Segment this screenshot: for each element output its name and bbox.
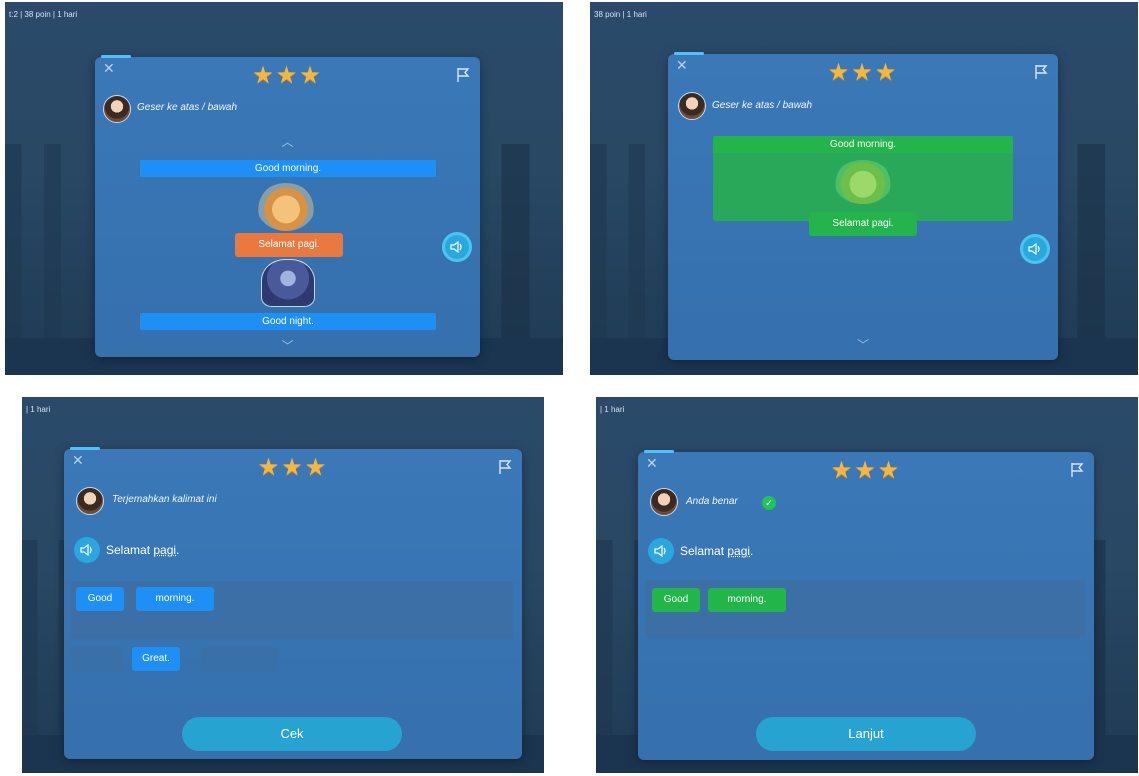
- word-bank-slot-empty: [71, 647, 123, 671]
- selected-answer[interactable]: Selamat pagi.: [809, 212, 917, 236]
- close-icon[interactable]: ✕: [676, 58, 688, 72]
- sentence-word-pagi[interactable]: pagi: [153, 543, 176, 557]
- progress-accent: [674, 52, 704, 55]
- question-card: ✕ ★★★ Geser ke atas / bawah Good morning…: [668, 52, 1058, 360]
- close-icon[interactable]: ✕: [72, 453, 84, 467]
- star-rating: ★★★: [830, 457, 902, 484]
- tutor-avatar: [650, 488, 678, 516]
- chevron-down-icon[interactable]: ﹀: [281, 337, 293, 354]
- flag-icon[interactable]: [456, 67, 470, 83]
- progress-accent: [101, 55, 131, 58]
- option-good-night[interactable]: Good night.: [140, 313, 436, 330]
- screenshot-translate: | 1 hari ✕ ★★★ Terjemahkan kalimat ini S…: [22, 397, 544, 773]
- sentence-period: .: [750, 544, 754, 558]
- breakfast-image: [834, 160, 892, 204]
- close-icon[interactable]: ✕: [103, 61, 115, 75]
- answer-word-good: Good: [652, 588, 700, 612]
- star-rating: ★★★: [252, 62, 323, 89]
- sentence-word-pagi[interactable]: pagi: [727, 544, 750, 558]
- status-bar: | 1 hari: [600, 405, 625, 414]
- speaker-icon[interactable]: [1020, 234, 1050, 264]
- chevron-up-icon[interactable]: ︿: [281, 133, 293, 150]
- answer-word-good[interactable]: Good: [76, 587, 124, 611]
- check-icon: ✓: [762, 496, 776, 510]
- screenshot-swipe-correct: 38 poin | 1 hari ✕ ★★★ Geser ke atas / b…: [590, 2, 1138, 375]
- sentence-word-selamat: Selamat: [106, 543, 154, 557]
- chevron-down-icon[interactable]: ﹀: [857, 336, 869, 353]
- word-bank-great[interactable]: Great.: [132, 647, 180, 671]
- tutor-avatar: [76, 487, 104, 515]
- progress-accent: [644, 450, 674, 453]
- check-button[interactable]: Cek: [182, 717, 402, 751]
- speaker-icon[interactable]: [648, 538, 674, 564]
- option-good-morning[interactable]: Good morning.: [713, 136, 1013, 153]
- status-bar: t:2 | 38 poin | 1 hari: [9, 10, 78, 19]
- flag-icon[interactable]: [1070, 462, 1084, 478]
- speaker-icon[interactable]: [442, 232, 472, 262]
- status-bar: 38 poin | 1 hari: [594, 10, 647, 19]
- continue-button[interactable]: Lanjut: [756, 717, 976, 751]
- option-good-morning[interactable]: Good morning.: [140, 160, 436, 177]
- speaker-icon[interactable]: [74, 537, 100, 563]
- breakfast-image: [257, 183, 315, 231]
- sentence-word-selamat: Selamat: [680, 544, 728, 558]
- feedback-text: Anda benar: [686, 496, 738, 507]
- star-rating: ★★★: [257, 454, 329, 481]
- selected-answer[interactable]: Selamat pagi.: [235, 233, 343, 257]
- answer-word-morning: morning.: [708, 588, 786, 612]
- source-sentence: Selamat pagi.: [680, 544, 753, 558]
- source-sentence: Selamat pagi.: [106, 543, 179, 557]
- sentence-period: .: [176, 543, 180, 557]
- flag-icon[interactable]: [498, 459, 512, 475]
- question-card: ✕ ★★★ Terjemahkan kalimat ini Selamat pa…: [64, 447, 522, 759]
- tutor-avatar: [678, 92, 706, 120]
- star-rating: ★★★: [827, 59, 899, 86]
- question-card: ✕ ★★★ Anda benar ✓ Selamat pagi. Good mo…: [638, 450, 1094, 760]
- question-card: ✕ ★★★ Geser ke atas / bawah ︿ Good morni…: [95, 55, 480, 357]
- instruction-text: Terjemahkan kalimat ini: [112, 494, 217, 505]
- status-bar: | 1 hari: [26, 405, 51, 414]
- close-icon[interactable]: ✕: [646, 456, 658, 470]
- screenshot-answer-correct: | 1 hari ✕ ★★★ Anda benar ✓ Selamat pagi…: [596, 397, 1138, 773]
- answer-word-morning[interactable]: morning.: [136, 587, 214, 611]
- progress-accent: [70, 447, 100, 450]
- night-image: [261, 259, 315, 307]
- word-bank-slot-empty: [201, 647, 278, 671]
- screenshot-swipe-select: t:2 | 38 poin | 1 hari ✕ ★★★ Geser ke at…: [5, 2, 563, 375]
- flag-icon[interactable]: [1034, 64, 1048, 80]
- tutor-avatar: [103, 95, 131, 123]
- instruction-text: Geser ke atas / bawah: [137, 102, 238, 113]
- instruction-text: Geser ke atas / bawah: [712, 100, 813, 111]
